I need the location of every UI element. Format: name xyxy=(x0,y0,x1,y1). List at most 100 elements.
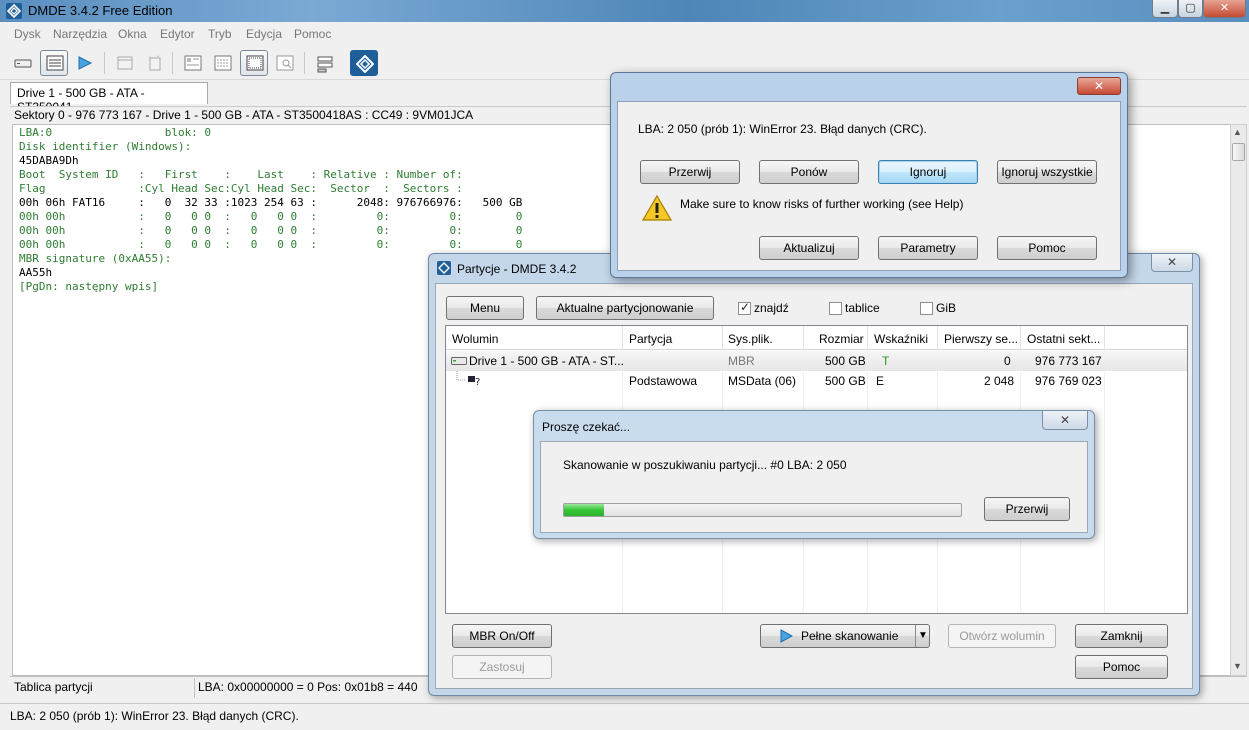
table-view-icon xyxy=(246,55,264,71)
play-icon xyxy=(78,56,93,70)
col-ostatni[interactable]: Ostatni sekt... xyxy=(1027,332,1100,346)
apply-button[interactable]: Zastosuj xyxy=(452,655,552,679)
ignore-all-button[interactable]: Ignoruj wszystkie xyxy=(997,160,1097,184)
row-wolumin: Drive 1 - 500 GB - ATA - ST... xyxy=(469,354,624,368)
col-rozmiar[interactable]: Rozmiar xyxy=(819,332,864,346)
help-button[interactable]: Pomoc xyxy=(1075,655,1168,679)
partition-entry-3: 00h 00h : 0 0 0 : 0 0 0 : 0: 0: 0 xyxy=(19,224,523,237)
row-ostatni: 976 769 023 xyxy=(1035,374,1102,388)
scroll-thumb[interactable] xyxy=(1232,143,1245,161)
disk-button[interactable] xyxy=(8,50,36,76)
col-wskazniki[interactable]: Wskaźniki xyxy=(874,332,928,346)
retry-button[interactable]: Ponów xyxy=(759,160,859,184)
col-wolumin[interactable]: Wolumin xyxy=(452,332,498,346)
mbr-signature-label: MBR signature (0xAA55): xyxy=(19,252,172,265)
menu-button[interactable]: Menu xyxy=(446,296,524,320)
vertical-scrollbar[interactable]: ▲ ▼ xyxy=(1230,124,1247,676)
table-view-button[interactable] xyxy=(240,50,268,76)
mbr-signature-value: AA55h xyxy=(19,266,53,279)
partition-entry-4: 00h 00h : 0 0 0 : 0 0 0 : 0: 0: 0 xyxy=(19,238,523,251)
progress-bar xyxy=(563,503,962,517)
list-view-button[interactable] xyxy=(40,50,68,76)
row-wskazniki: E xyxy=(876,374,885,388)
dmde-app-icon xyxy=(437,261,451,275)
abort-scan-button[interactable]: Przerwij xyxy=(984,497,1070,521)
close-button[interactable]: ✕ xyxy=(1203,0,1246,18)
menu-dysk[interactable]: Dysk xyxy=(14,27,41,41)
warning-message: Make sure to know risks of further worki… xyxy=(680,197,964,211)
menu-tryb[interactable]: Tryb xyxy=(208,27,232,41)
scroll-up-icon[interactable]: ▲ xyxy=(1233,127,1242,137)
progress-close-button[interactable]: ✕ xyxy=(1042,411,1088,430)
table-row[interactable]: ? Podstawowa MSData (06) 500 GB E 2 048 … xyxy=(446,371,1187,391)
update-button[interactable]: Aktualizuj xyxy=(759,236,859,260)
window-button[interactable] xyxy=(110,50,138,76)
status-left: Tablica partycji xyxy=(14,680,93,694)
parameters-button[interactable]: Parametry xyxy=(878,236,978,260)
progress-title: Proszę czekać... xyxy=(542,420,631,434)
menu-bar: Dysk Narzędzia Okna Edytor Tryb Edycja P… xyxy=(0,22,1249,46)
col-partycja[interactable]: Partycja xyxy=(629,332,672,346)
menu-pomoc[interactable]: Pomoc xyxy=(294,27,331,41)
sparkle-document-icon xyxy=(149,55,161,71)
partitions-button[interactable] xyxy=(310,50,338,76)
minimize-button[interactable]: ▁ xyxy=(1152,0,1178,18)
current-partitioning-button[interactable]: Aktualne partycjonowanie xyxy=(536,296,714,320)
maximize-button[interactable]: ▢ xyxy=(1178,0,1203,18)
row-partycja: Podstawowa xyxy=(629,374,698,388)
dropdown-arrow-icon[interactable]: ▼ xyxy=(918,625,928,647)
partitions-close-button[interactable]: ✕ xyxy=(1151,254,1193,272)
error-close-button[interactable]: ✕ xyxy=(1077,77,1121,95)
table-header-2: Flag :Cyl Head Sec:Cyl Head Sec: Sector … xyxy=(19,182,463,195)
error-body: LBA: 2 050 (prób 1): WinError 23. Błąd d… xyxy=(617,101,1121,271)
row-wskazniki: T xyxy=(882,354,890,368)
search-view-button[interactable] xyxy=(270,50,298,76)
next-entry-link[interactable]: [PgDn: następny wpis] xyxy=(19,280,158,293)
find-checkbox[interactable] xyxy=(738,300,751,315)
progress-body: Skanowanie w poszukiwaniu partycji... #0… xyxy=(540,441,1088,533)
full-scan-button[interactable]: Pełne skanowanie ▼ xyxy=(760,624,930,648)
progress-fill xyxy=(564,504,604,516)
disk-identifier-label: Disk identifier (Windows): xyxy=(19,140,192,153)
row-rozmiar: 500 GB xyxy=(825,374,866,388)
list-icon xyxy=(46,55,64,71)
gib-checkbox[interactable] xyxy=(920,302,933,315)
col-sys[interactable]: Sys.plik. xyxy=(728,332,773,346)
error-status-text: LBA: 2 050 (prób 1): WinError 23. Błąd d… xyxy=(10,709,299,723)
col-pierwszy[interactable]: Pierwszy se... xyxy=(944,332,1018,346)
play-button[interactable] xyxy=(70,50,98,76)
menu-edycja[interactable]: Edycja xyxy=(246,27,282,41)
menu-narzedzia[interactable]: Narzędzia xyxy=(53,27,107,41)
error-message: LBA: 2 050 (prób 1): WinError 23. Błąd d… xyxy=(638,122,927,136)
mbr-onoff-button[interactable]: MBR On/Off xyxy=(452,624,552,648)
ignore-button[interactable]: Ignoruj xyxy=(878,160,978,184)
partitions-icon xyxy=(317,56,333,73)
new-item-button[interactable] xyxy=(140,50,168,76)
error-dialog: ✕ LBA: 2 050 (prób 1): WinError 23. Błąd… xyxy=(610,72,1128,278)
hex-view-button[interactable] xyxy=(178,50,206,76)
grid-view-icon xyxy=(214,55,232,71)
search-icon xyxy=(276,55,294,71)
status-right: LBA: 0x00000000 = 0 Pos: 0x01b8 = 440 xyxy=(198,680,418,694)
menu-edytor[interactable]: Edytor xyxy=(160,27,195,41)
open-volume-button[interactable]: Otwórz wolumin xyxy=(948,624,1056,648)
hard-drive-icon xyxy=(451,357,467,365)
tab-drive1[interactable]: Drive 1 - 500 GB - ATA - ST350041... xyxy=(10,82,208,114)
play-icon xyxy=(780,629,793,643)
grid-view-button[interactable] xyxy=(208,50,236,76)
menu-okna[interactable]: Okna xyxy=(118,27,147,41)
error-help-button[interactable]: Pomoc xyxy=(997,236,1097,260)
find-label: znajdź xyxy=(754,301,789,315)
window-title: DMDE 3.4.2 Free Edition xyxy=(28,3,173,18)
table-row[interactable]: Drive 1 - 500 GB - ATA - ST... MBR 500 G… xyxy=(446,351,1187,371)
abort-button[interactable]: Przerwij xyxy=(640,160,740,184)
row-sys: MBR xyxy=(728,354,755,368)
dmde-logo-button[interactable] xyxy=(350,50,378,76)
tables-checkbox[interactable] xyxy=(829,302,842,315)
main-titlebar[interactable]: DMDE 3.4.2 Free Edition ▁ ▢ ✕ xyxy=(0,0,1249,22)
scroll-down-icon[interactable]: ▼ xyxy=(1233,661,1242,671)
partition-entry-1: 00h 06h FAT16 : 0 32 33 :1023 254 63 : 2… xyxy=(19,196,523,209)
row-pierwszy: 2 048 xyxy=(984,374,1015,388)
svg-text:?: ? xyxy=(475,377,480,388)
close-dialog-button[interactable]: Zamknij xyxy=(1075,624,1168,648)
